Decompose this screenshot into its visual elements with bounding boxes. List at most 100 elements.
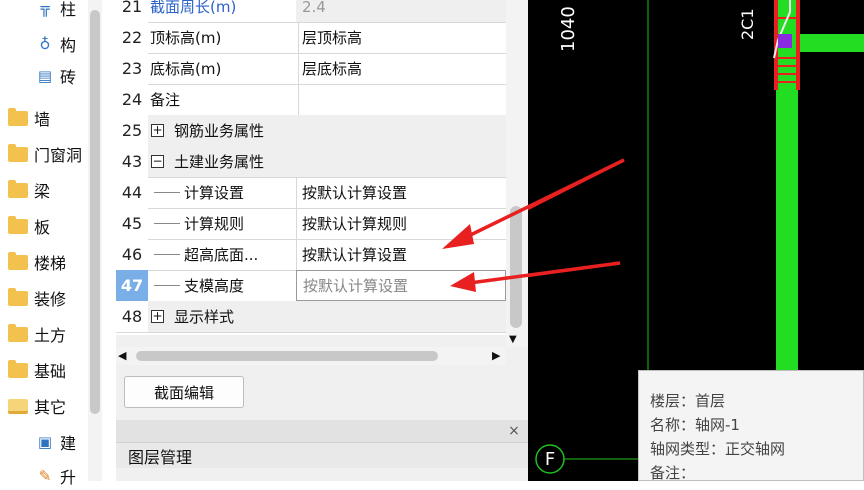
tree-item[interactable]: 装修: [8, 284, 66, 312]
tooltip-note: 备注：: [650, 464, 696, 482]
layer-panel-header: [116, 420, 528, 442]
property-name: 备注: [148, 84, 299, 115]
tree-item-label: 建: [60, 434, 77, 453]
folder-open-icon: [8, 398, 28, 414]
property-value[interactable]: 层底标高: [296, 53, 512, 84]
row-number: 45: [116, 208, 148, 239]
layer-panel-title[interactable]: 图层管理: [116, 442, 528, 468]
tree-item-label: 其它: [34, 398, 67, 417]
brick-icon: ▤: [37, 67, 53, 85]
scroll-right-arrow-icon[interactable]: ▶: [492, 349, 500, 362]
folder-icon: [8, 179, 28, 198]
property-value[interactable]: 2.4: [296, 0, 512, 22]
component-label: 2C1: [738, 8, 757, 40]
brush-icon: ✎: [38, 467, 52, 485]
property-name-text: 钢筋业务属性: [174, 122, 265, 140]
property-value[interactable]: [296, 301, 512, 332]
tree-item-label: 土方: [34, 326, 67, 345]
tree-item[interactable]: 基础: [8, 356, 66, 384]
tree-item[interactable]: 门窗洞: [8, 140, 82, 168]
arrow-shaft-2: [461, 261, 621, 286]
frame-icon: ▣: [37, 433, 53, 451]
tree-item[interactable]: 墙: [8, 104, 50, 132]
tree-item-label: 装修: [34, 290, 67, 309]
grid-horizontal-scroll-thumb[interactable]: [136, 351, 438, 361]
property-name: − 土建业务属性: [148, 146, 297, 177]
property-row[interactable]: 25 + 钢筋业务属性: [116, 115, 512, 147]
tree-item[interactable]: 梁: [8, 176, 50, 204]
row-number: 25: [116, 115, 148, 146]
tree-item[interactable]: ✎ 升: [36, 462, 76, 490]
tree-item-label: 升: [60, 468, 77, 487]
property-name-text: 顶标高(m): [150, 29, 222, 47]
tree-item[interactable]: 土方: [8, 320, 66, 348]
property-name: 截面周长(m): [148, 0, 299, 22]
property-name: 计算设置: [148, 177, 297, 208]
tree-scrollbar-thumb[interactable]: [90, 10, 100, 414]
folder-icon: [8, 287, 28, 306]
property-name-text: 计算设置: [184, 184, 245, 202]
property-name-text: 截面周长(m): [150, 0, 237, 16]
annotation-arrows: [442, 158, 625, 292]
arrow-head-2: [450, 272, 476, 292]
section-edit-button[interactable]: 截面编辑: [124, 376, 244, 408]
property-row[interactable]: 21 截面周长(m) 2.4: [116, 0, 512, 23]
tree-item-label: 楼梯: [34, 254, 67, 273]
property-value[interactable]: [296, 84, 512, 115]
property-name-text: 支模高度: [184, 277, 245, 295]
folder-icon: [8, 323, 28, 342]
tree-item-label: 构: [60, 36, 77, 55]
folder-icon: [8, 359, 28, 378]
axis-label-f: F: [544, 448, 556, 470]
row-number: 23: [116, 53, 148, 84]
property-name: + 钢筋业务属性: [148, 115, 297, 146]
property-name: 底标高(m): [148, 53, 299, 84]
scroll-down-arrow-icon[interactable]: ▼: [509, 334, 517, 345]
property-row[interactable]: 24 备注: [116, 84, 506, 116]
row-number: 22: [116, 22, 148, 53]
tree-connector-line: [154, 223, 180, 224]
tooltip-floor: 楼层：首层: [650, 392, 726, 410]
row-number: 48: [116, 301, 148, 332]
arrow-head-1: [442, 224, 474, 249]
hatch-right: [796, 0, 800, 90]
row-number: 46: [116, 239, 148, 270]
component-icon: ♁: [39, 35, 51, 53]
property-name: + 显示样式: [148, 301, 297, 332]
tooltip-name: 名称：轴网-1: [650, 416, 740, 434]
tree-item-label: 墙: [34, 110, 51, 129]
expand-icon[interactable]: +: [151, 124, 164, 137]
property-row[interactable]: 48 + 显示样式: [116, 301, 512, 333]
tree-item[interactable]: 楼梯: [8, 248, 66, 276]
row-number: 47: [116, 270, 148, 301]
collapse-icon[interactable]: −: [151, 155, 164, 168]
tree-item[interactable]: ╦ 柱: [36, 0, 76, 22]
property-name-text: 备注: [150, 91, 181, 109]
tree-item[interactable]: ♁ 构: [36, 30, 77, 58]
property-name: 顶标高(m): [148, 22, 299, 53]
row-number: 44: [116, 177, 148, 208]
tree-connector-line: [154, 254, 180, 255]
row-number: 21: [116, 0, 148, 22]
dimension-text: 1040: [558, 6, 579, 52]
expand-icon[interactable]: +: [151, 310, 164, 323]
property-name-text: 显示样式: [174, 308, 235, 326]
tree-item[interactable]: 板: [8, 212, 50, 240]
property-value[interactable]: 层顶标高: [296, 22, 512, 53]
property-row[interactable]: 22 顶标高(m) 层顶标高: [116, 22, 506, 54]
axis-info-tooltip: 楼层：首层 名称：轴网-1 轴网类型：正交轴网 备注：: [638, 370, 864, 482]
tree-item-label: 基础: [34, 362, 67, 381]
tree-item[interactable]: ▤ 砖: [36, 62, 76, 90]
tree-item-label: 柱: [60, 0, 77, 19]
tree-item-label: 梁: [34, 182, 51, 201]
property-value[interactable]: [296, 115, 512, 146]
tree-connector-line: [154, 192, 180, 193]
scroll-left-arrow-icon[interactable]: ◀: [118, 349, 126, 362]
tree-item[interactable]: ▣ 建: [36, 428, 76, 456]
tooltip-type: 轴网类型：正交轴网: [650, 440, 786, 458]
column-icon: ╦: [40, 0, 50, 17]
property-row[interactable]: 23 底标高(m) 层底标高: [116, 53, 506, 85]
tree-item-label: 板: [34, 218, 51, 237]
layer-panel-close-icon[interactable]: ×: [505, 420, 523, 442]
tree-item[interactable]: 其它: [8, 392, 66, 420]
